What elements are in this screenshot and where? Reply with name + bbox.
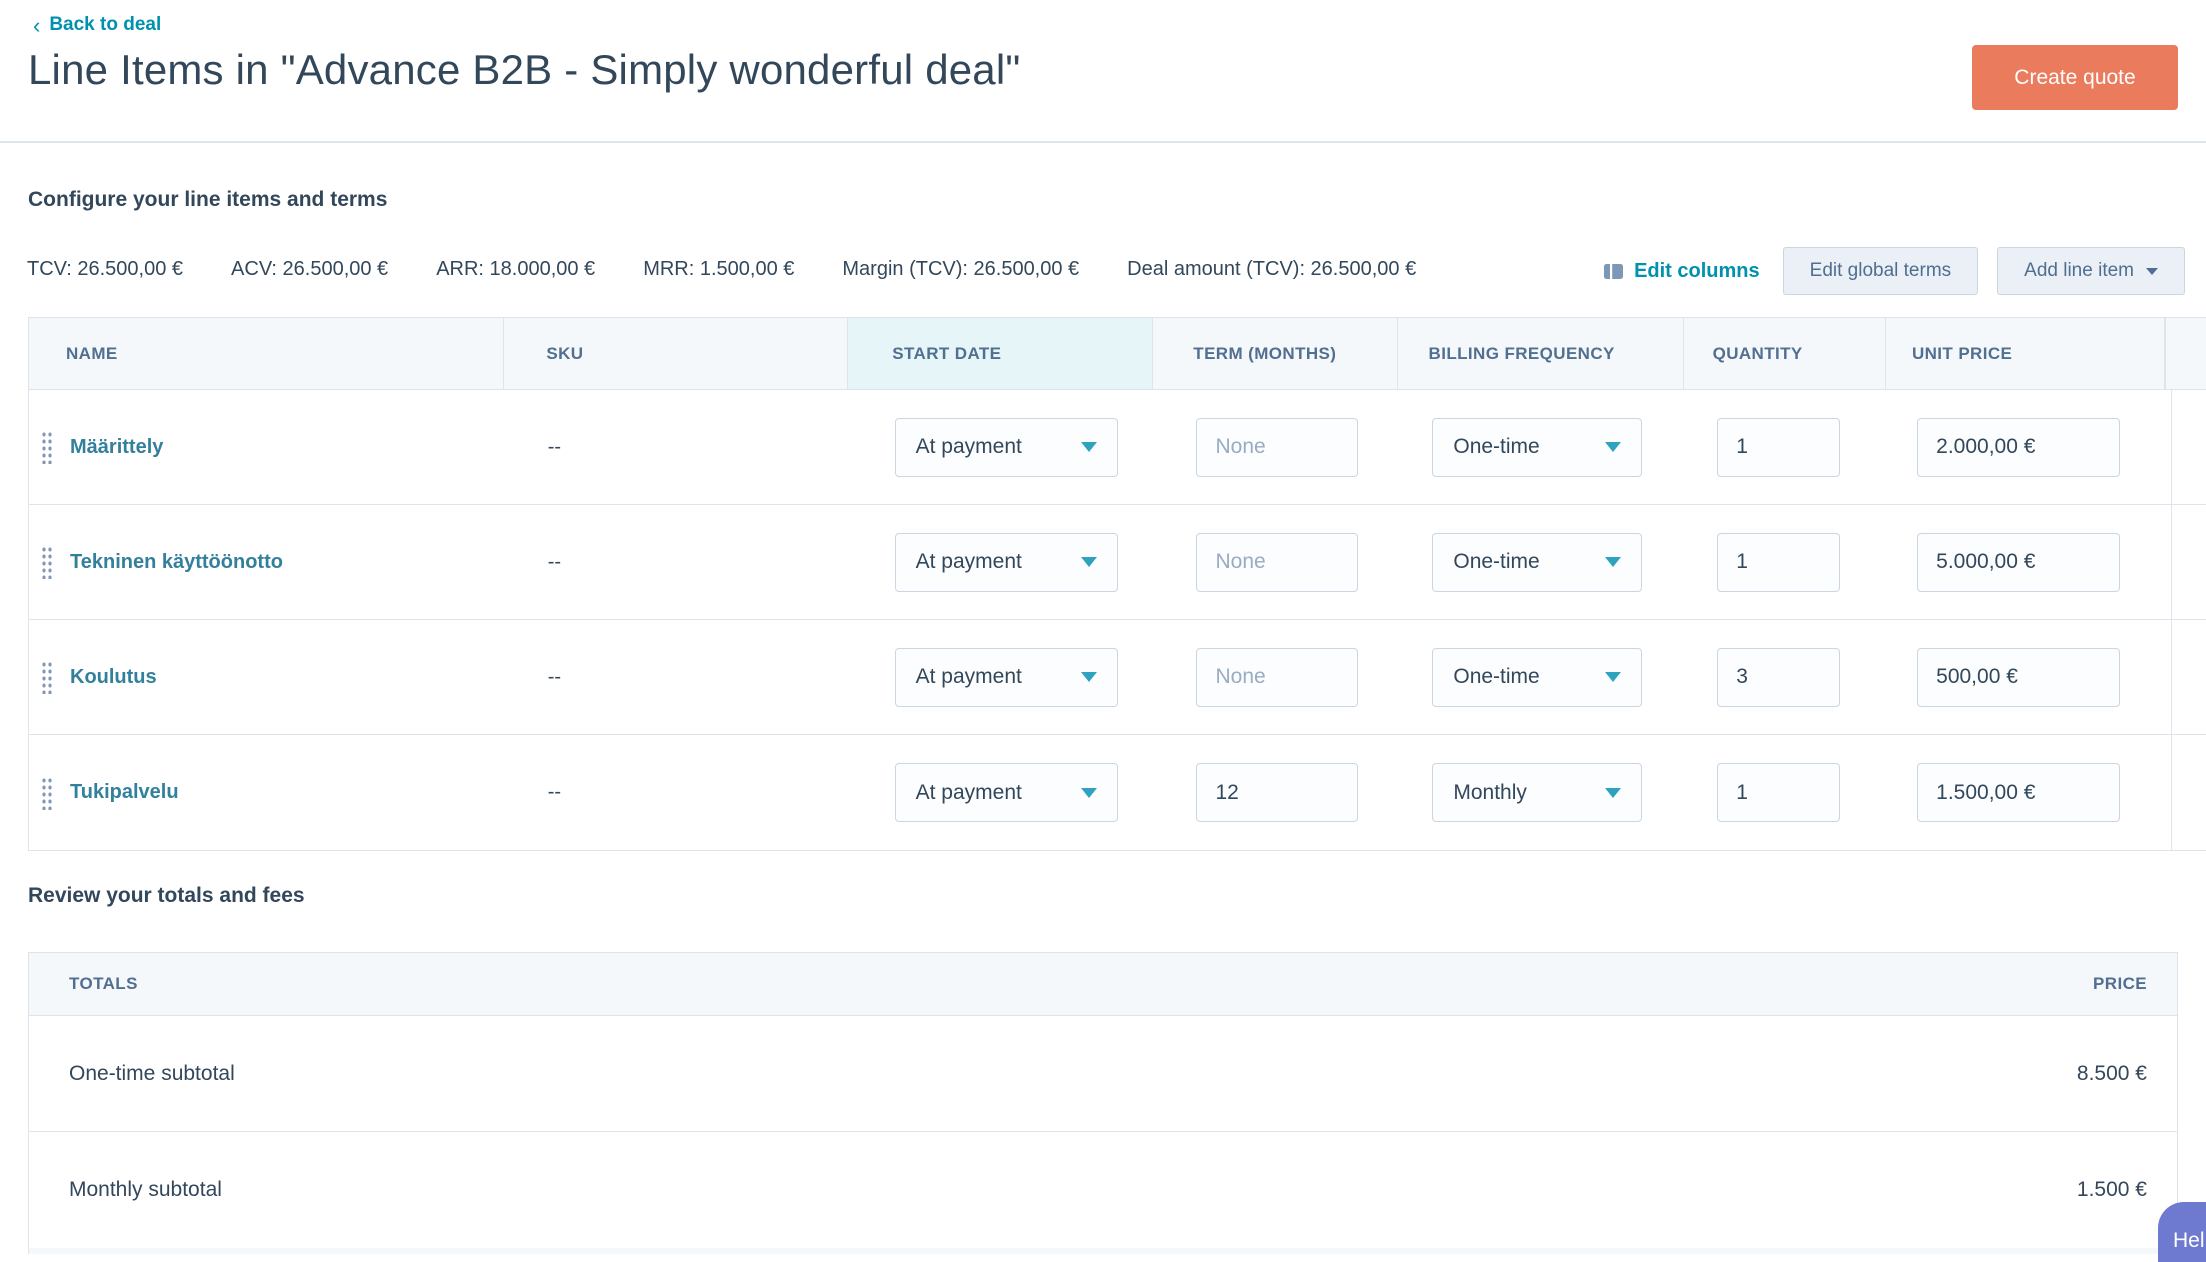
line-item-row: Koulutus -- At payment None One-time 3 5… (29, 620, 2206, 735)
column-header-term-months: TERM (MONTHS) (1153, 318, 1397, 389)
start-date-select[interactable]: At payment (895, 418, 1118, 477)
stat-margin-tcv: Margin (TCV): 26.500,00 € (842, 258, 1079, 281)
start-date-value: At payment (916, 550, 1022, 574)
add-line-item-button[interactable]: Add line item (1997, 247, 2185, 295)
edit-global-terms-button[interactable]: Edit global terms (1783, 247, 1979, 295)
billing-frequency-select[interactable]: One-time (1432, 533, 1642, 592)
price-column-header: PRICE (2093, 974, 2147, 994)
column-header-start-date: START DATE (848, 318, 1153, 389)
totals-heading: Review your totals and fees (28, 884, 305, 908)
column-header-sku: SKU (504, 318, 848, 389)
line-item-row: Tukipalvelu -- At payment 12 Monthly 1 1… (29, 735, 2206, 850)
line-items-table-header: NAME SKU START DATE TERM (MONTHS) BILLIN… (29, 318, 2206, 390)
line-item-name-link[interactable]: Tekninen käyttöönotto (70, 551, 283, 574)
totals-column-header: TOTALS (69, 974, 138, 994)
add-line-item-label: Add line item (2024, 260, 2134, 282)
table-controls: Edit columns Edit global terms Add line … (1603, 247, 2185, 295)
billing-frequency-select[interactable]: Monthly (1432, 763, 1642, 822)
start-date-value: At payment (916, 435, 1022, 459)
start-date-select[interactable]: At payment (895, 763, 1118, 822)
create-quote-button[interactable]: Create quote (1972, 45, 2178, 110)
line-item-row: Määrittely -- At payment None One-time 1… (29, 390, 2206, 505)
term-input[interactable]: None (1196, 648, 1358, 707)
totals-table: TOTALS PRICE One-time subtotal 8.500 € M… (28, 952, 2178, 1249)
term-input[interactable]: None (1196, 533, 1358, 592)
unit-price-input[interactable]: 2.000,00 € (1917, 418, 2120, 477)
line-item-name-link[interactable]: Koulutus (70, 666, 157, 689)
chevron-down-icon (1081, 442, 1097, 452)
chevron-down-icon (1081, 788, 1097, 798)
chevron-down-icon (1605, 442, 1621, 452)
totals-table-header: TOTALS PRICE (29, 953, 2177, 1016)
line-item-row: Tekninen käyttöönotto -- At payment None… (29, 505, 2206, 620)
stat-mrr: MRR: 1.500,00 € (643, 258, 794, 281)
line-item-name-link[interactable]: Tukipalvelu (70, 781, 179, 804)
start-date-value: At payment (916, 781, 1022, 805)
billing-frequency-select[interactable]: One-time (1432, 418, 1642, 477)
configure-heading: Configure your line items and terms (28, 188, 387, 212)
back-to-deal-link[interactable]: ‹ Back to deal (33, 14, 161, 36)
columns-icon (1603, 261, 1624, 282)
drag-handle-icon[interactable] (41, 545, 52, 579)
billing-frequency-value: One-time (1453, 550, 1539, 574)
totals-next-row-partial (28, 1248, 2178, 1254)
billing-frequency-select[interactable]: One-time (1432, 648, 1642, 707)
quantity-input[interactable]: 1 (1717, 763, 1840, 822)
sku-value: -- (548, 551, 561, 574)
stat-deal-amount-tcv: Deal amount (TCV): 26.500,00 € (1127, 258, 1416, 281)
edit-columns-link[interactable]: Edit columns (1603, 260, 1760, 283)
term-input[interactable]: None (1196, 418, 1358, 477)
totals-row-value: 8.500 € (2077, 1062, 2147, 1086)
column-header-unit-price: UNIT PRICE (1886, 318, 2165, 389)
totals-row-one-time: One-time subtotal 8.500 € (29, 1016, 2177, 1132)
totals-row-value: 1.500 € (2077, 1178, 2147, 1202)
quantity-input[interactable]: 1 (1717, 418, 1840, 477)
column-header-quantity: QUANTITY (1684, 318, 1886, 389)
column-header-cutoff (2165, 318, 2206, 389)
drag-handle-icon[interactable] (41, 430, 52, 464)
page-title: Line Items in "Advance B2B - Simply wond… (28, 46, 1021, 94)
billing-frequency-value: One-time (1453, 665, 1539, 689)
drag-handle-icon[interactable] (41, 660, 52, 694)
chevron-down-icon (1081, 672, 1097, 682)
sku-value: -- (548, 781, 561, 804)
chevron-down-icon (1605, 672, 1621, 682)
back-link-label: Back to deal (49, 14, 161, 36)
column-header-billing-frequency: BILLING FREQUENCY (1398, 318, 1684, 389)
stat-acv: ACV: 26.500,00 € (231, 258, 388, 281)
chevron-down-icon (1081, 557, 1097, 567)
chevron-down-icon (2146, 268, 2158, 275)
sku-value: -- (548, 666, 561, 689)
start-date-value: At payment (916, 665, 1022, 689)
billing-frequency-value: One-time (1453, 435, 1539, 459)
line-item-name-link[interactable]: Määrittely (70, 436, 163, 459)
unit-price-input[interactable]: 500,00 € (1917, 648, 2120, 707)
column-header-name: NAME (29, 318, 504, 389)
totals-row-monthly: Monthly subtotal 1.500 € (29, 1132, 2177, 1248)
stat-arr: ARR: 18.000,00 € (436, 258, 595, 281)
deal-stats-row: TCV: 26.500,00 € ACV: 26.500,00 € ARR: 1… (27, 258, 1416, 281)
drag-handle-icon[interactable] (41, 776, 52, 810)
line-items-table: NAME SKU START DATE TERM (MONTHS) BILLIN… (28, 317, 2206, 851)
start-date-select[interactable]: At payment (895, 648, 1118, 707)
edit-global-terms-label: Edit global terms (1810, 260, 1952, 282)
back-chevron-icon: ‹ (33, 16, 40, 35)
help-button[interactable]: Hel (2158, 1202, 2206, 1262)
unit-price-input[interactable]: 1.500,00 € (1917, 763, 2120, 822)
header-divider (0, 141, 2206, 143)
chevron-down-icon (1605, 788, 1621, 798)
quantity-input[interactable]: 3 (1717, 648, 1840, 707)
start-date-select[interactable]: At payment (895, 533, 1118, 592)
edit-columns-label: Edit columns (1634, 260, 1760, 283)
unit-price-input[interactable]: 5.000,00 € (1917, 533, 2120, 592)
billing-frequency-value: Monthly (1453, 781, 1527, 805)
totals-row-label: Monthly subtotal (69, 1178, 222, 1202)
chevron-down-icon (1605, 557, 1621, 567)
stat-tcv: TCV: 26.500,00 € (27, 258, 183, 281)
totals-row-label: One-time subtotal (69, 1062, 235, 1086)
term-input[interactable]: 12 (1196, 763, 1358, 822)
quantity-input[interactable]: 1 (1717, 533, 1840, 592)
sku-value: -- (548, 436, 561, 459)
